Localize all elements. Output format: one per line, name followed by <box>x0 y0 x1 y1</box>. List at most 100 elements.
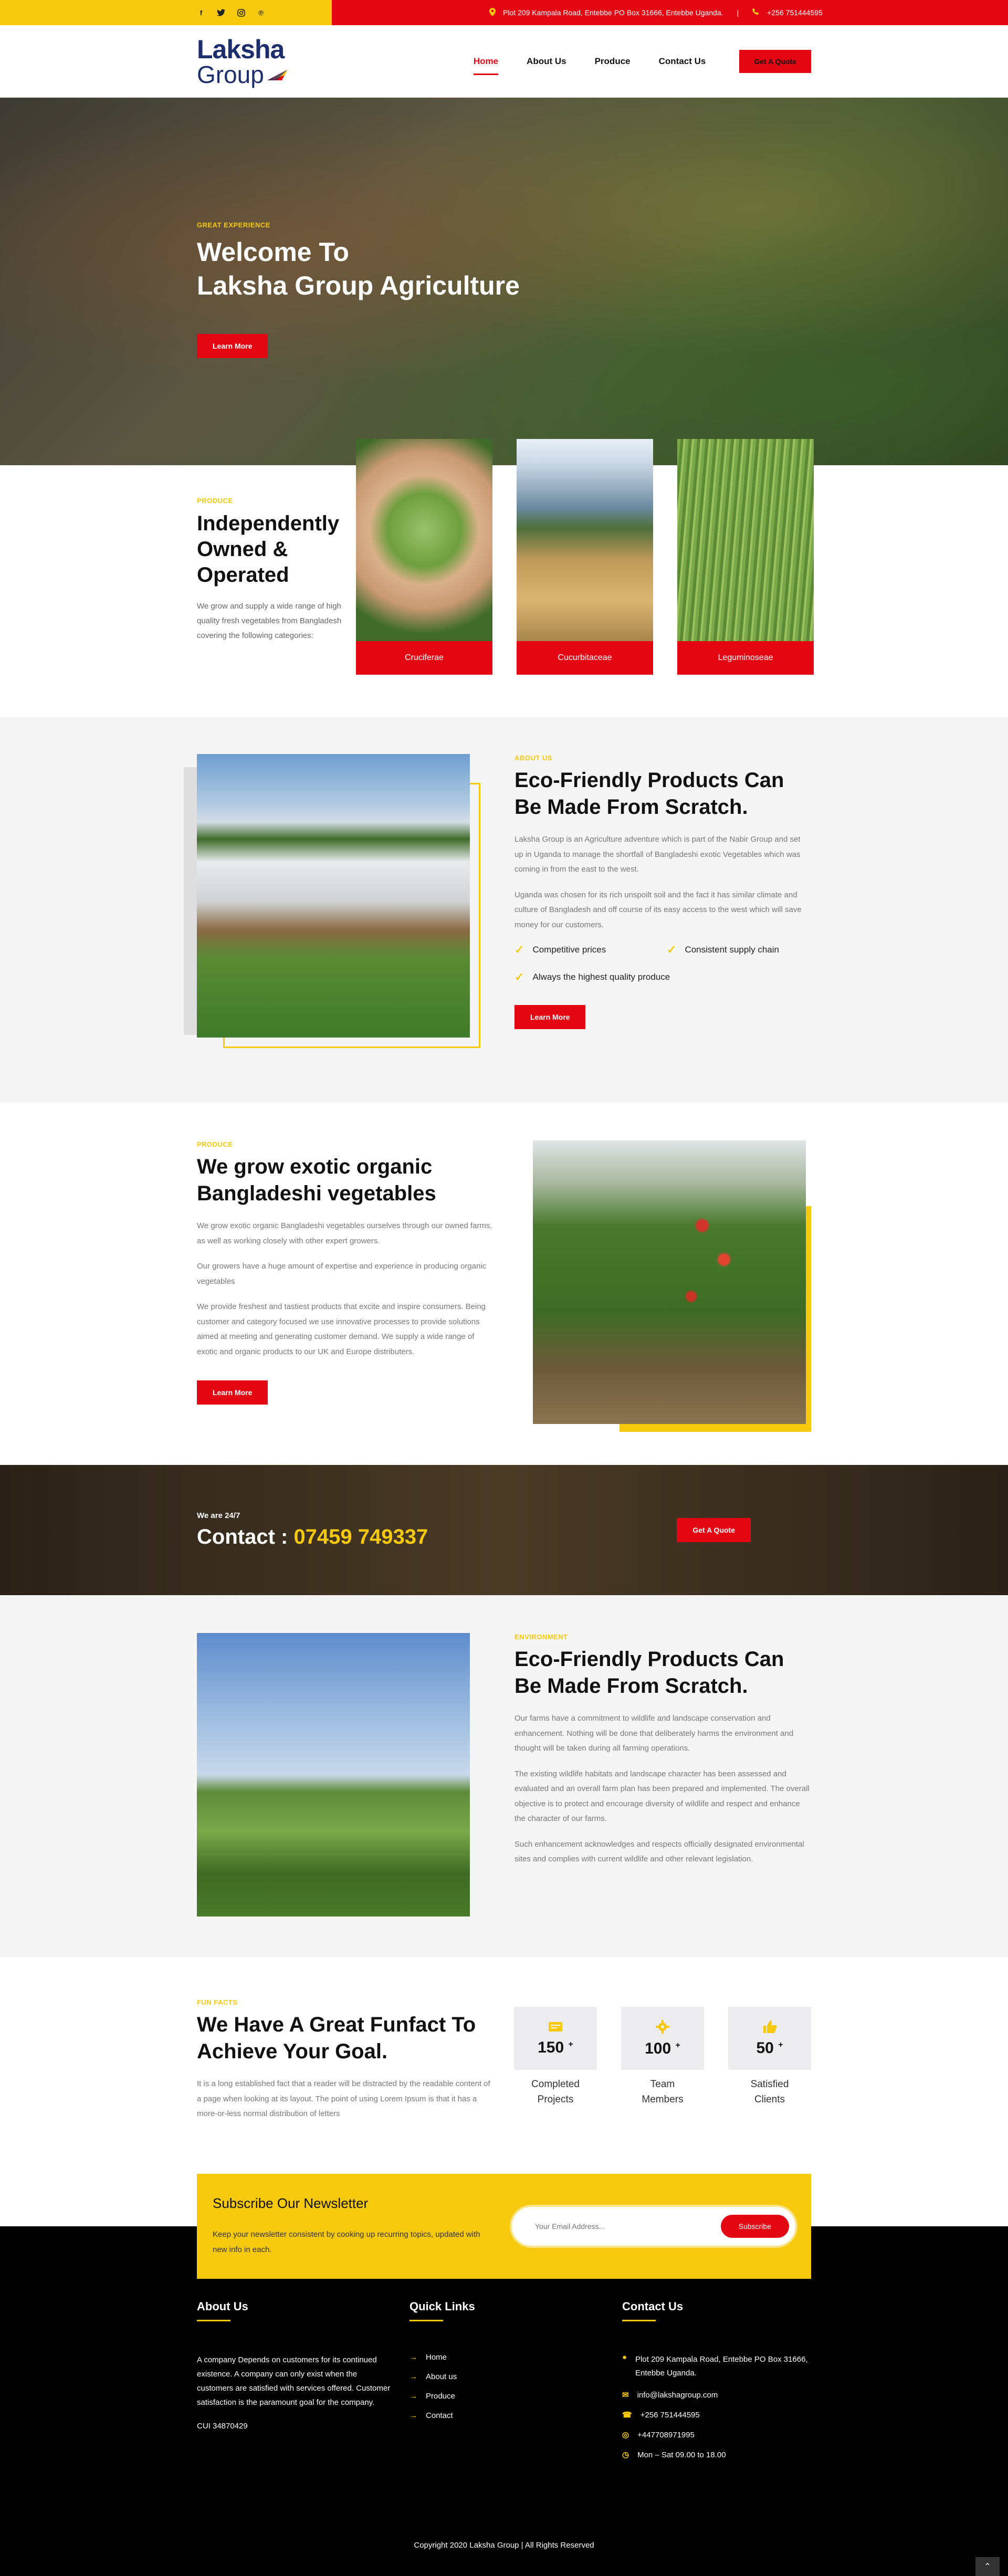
footer-about-title: About Us <box>197 2300 248 2313</box>
stat-suffix: + <box>568 2040 573 2049</box>
footer-phone-text[interactable]: +256 751444595 <box>640 2411 700 2420</box>
top-phone[interactable]: +256 751444595 <box>767 8 823 17</box>
scroll-top-chevron-icon[interactable]: ⌃ <box>975 2557 1000 2576</box>
logo[interactable]: Laksha Group <box>197 36 289 87</box>
get-quote-button[interactable]: Get A Quote <box>739 50 811 73</box>
envelope-icon: ✉ <box>622 2391 629 2400</box>
footer-divider <box>197 2320 230 2321</box>
phone-icon: ☎ <box>622 2411 632 2420</box>
grow-p3: We provide freshest and tastiest product… <box>197 1302 486 1356</box>
instagram-icon[interactable] <box>237 8 245 17</box>
stat-number: 100 + <box>645 2040 680 2058</box>
logo-line1: Laksha <box>197 35 285 64</box>
location-pin-icon: ● <box>622 2353 627 2362</box>
cta-contact: Contact : 07459 749337 <box>197 1525 428 1549</box>
footer-link[interactable]: → About us <box>410 2372 622 2381</box>
about-kicker: ABOUT US <box>514 754 552 762</box>
nav-about[interactable]: About Us <box>527 53 566 70</box>
cta-small-text: We are 24/7 <box>197 1511 240 1520</box>
cta-quote-button[interactable]: Get A Quote <box>677 1518 751 1542</box>
footer-divider <box>622 2320 656 2321</box>
hay-field-image <box>517 439 653 641</box>
footer-links-title: Quick Links <box>410 2300 475 2313</box>
hero-kicker: GREAT EXPERIENCE <box>197 221 270 229</box>
footer-link-text[interactable]: Contact <box>426 2411 453 2420</box>
check-icon: ✓ <box>514 943 524 957</box>
location-pin-icon <box>489 7 496 18</box>
stat-label-line2: Clients <box>754 2093 785 2105</box>
pinterest-icon[interactable]: ℗ <box>257 8 265 17</box>
produce-card[interactable]: Leguminoseae <box>677 439 814 675</box>
footer: About Us A company Depends on customers … <box>0 2279 1008 2576</box>
stat-value: 150 <box>538 2039 564 2056</box>
nav-home[interactable]: Home <box>473 53 499 75</box>
phone-icon <box>752 8 760 17</box>
produce-text: We grow and supply a wide range of high … <box>197 602 342 640</box>
whatsapp-icon: ◎ <box>622 2431 629 2439</box>
card-label: Leguminoseae <box>677 641 814 675</box>
social-links: f ℗ <box>0 0 332 25</box>
footer-cui: CUI 34870429 <box>197 2422 248 2431</box>
cta-phone-number[interactable]: 07459 749337 <box>293 1525 428 1548</box>
footer-about: About Us A company Depends on customers … <box>197 2300 410 2470</box>
produce-section: PRODUCE Independently Owned & Operated W… <box>0 439 1008 717</box>
about-p1: Laksha Group is an Agriculture adventure… <box>514 835 801 874</box>
stat-label-line2: Projects <box>537 2093 574 2105</box>
logo-line2: Group <box>197 61 264 88</box>
env-title: Eco-Friendly Products Can Be Made From S… <box>514 1648 784 1698</box>
produce-card[interactable]: Cucurbitaceae <box>517 439 653 675</box>
produce-card[interactable]: Cruciferae <box>356 439 492 675</box>
top-separator: | <box>737 8 739 17</box>
stat-label: Team Members <box>621 2077 704 2107</box>
top-contact: Plot 209 Kampala Road, Entebbe PO Box 31… <box>332 0 1008 25</box>
stat-suffix: + <box>675 2041 680 2050</box>
arrow-icon: → <box>410 2353 417 2362</box>
stat-label: Satisfied Clients <box>728 2077 811 2107</box>
about-title: Eco-Friendly Products Can Be Made From S… <box>514 769 784 819</box>
env-kicker: ENVIRONMENT <box>514 1633 568 1641</box>
footer-link-text[interactable]: Produce <box>426 2392 455 2401</box>
footer-contact: Contact Us ● Plot 209 Kampala Road, Enteb… <box>622 2300 811 2470</box>
nav-contact[interactable]: Contact Us <box>659 53 706 70</box>
site-header: Laksha Group Home About Us Produce Conta… <box>0 25 1008 98</box>
footer-link[interactable]: → Home <box>410 2353 622 2362</box>
footer-link[interactable]: → Produce <box>410 2392 622 2401</box>
produce-title: Independently Owned & Operated <box>197 512 340 587</box>
stat-number: 50 + <box>756 2039 783 2057</box>
footer-email[interactable]: ✉ info@lakshagroup.com <box>622 2390 811 2400</box>
hero-banner: GREAT EXPERIENCE Welcome To Laksha Group … <box>0 98 1008 465</box>
twitter-icon[interactable] <box>217 8 225 17</box>
subscribe-button[interactable]: Subscribe <box>720 2215 789 2238</box>
footer-contact-title: Contact Us <box>622 2300 684 2313</box>
footer-divider <box>410 2320 443 2321</box>
check-icon: ✓ <box>514 970 524 984</box>
env-p1: Our farms have a commitment to wildlife … <box>514 1714 794 1753</box>
copyright: Copyright 2020 Laksha Group | All Rights… <box>414 2541 594 2550</box>
about-p2: Uganda was chosen for its rich unspoilt … <box>514 890 802 929</box>
top-address: Plot 209 Kampala Road, Entebbe PO Box 31… <box>503 8 723 17</box>
footer-address-text: Plot 209 Kampala Road, Entebbe PO Box 31… <box>635 2355 808 2378</box>
footer-address: ● Plot 209 Kampala Road, Entebbe PO Box 3… <box>622 2353 811 2380</box>
footer-whatsapp-text[interactable]: +447708971995 <box>637 2431 695 2439</box>
env-p3: Such enhancement acknowledges and respec… <box>514 1839 804 1864</box>
footer-whatsapp[interactable]: ◎ +447708971995 <box>622 2430 811 2440</box>
footer-link-text[interactable]: About us <box>426 2372 457 2381</box>
stat-label-line1: Satisfied <box>750 2079 789 2090</box>
nav-produce[interactable]: Produce <box>595 53 631 70</box>
check-text: Consistent supply chain <box>685 945 779 955</box>
footer-link[interactable]: → Contact <box>410 2411 622 2420</box>
check-item: ✓ Always the highest quality produce <box>514 970 803 984</box>
footer-email-text[interactable]: info@lakshagroup.com <box>637 2391 718 2400</box>
grow-learn-more-button[interactable]: Learn More <box>197 1380 268 1405</box>
card-label: Cucurbitaceae <box>517 641 653 675</box>
top-bar: f ℗ Plot 209 Kampala Road, Entebbe PO Bo… <box>0 0 1008 25</box>
footer-phone[interactable]: ☎ +256 751444595 <box>622 2410 811 2420</box>
produce-kicker: PRODUCE <box>197 497 233 505</box>
hero-learn-more-button[interactable]: Learn More <box>197 334 268 358</box>
newsletter-email-input[interactable] <box>535 2222 692 2231</box>
facebook-icon[interactable]: f <box>197 8 205 17</box>
crop-tablet-image <box>677 439 814 641</box>
about-learn-more-button[interactable]: Learn More <box>514 1005 586 1030</box>
footer-link-text[interactable]: Home <box>426 2353 447 2362</box>
check-item: ✓ Consistent supply chain <box>667 943 803 957</box>
